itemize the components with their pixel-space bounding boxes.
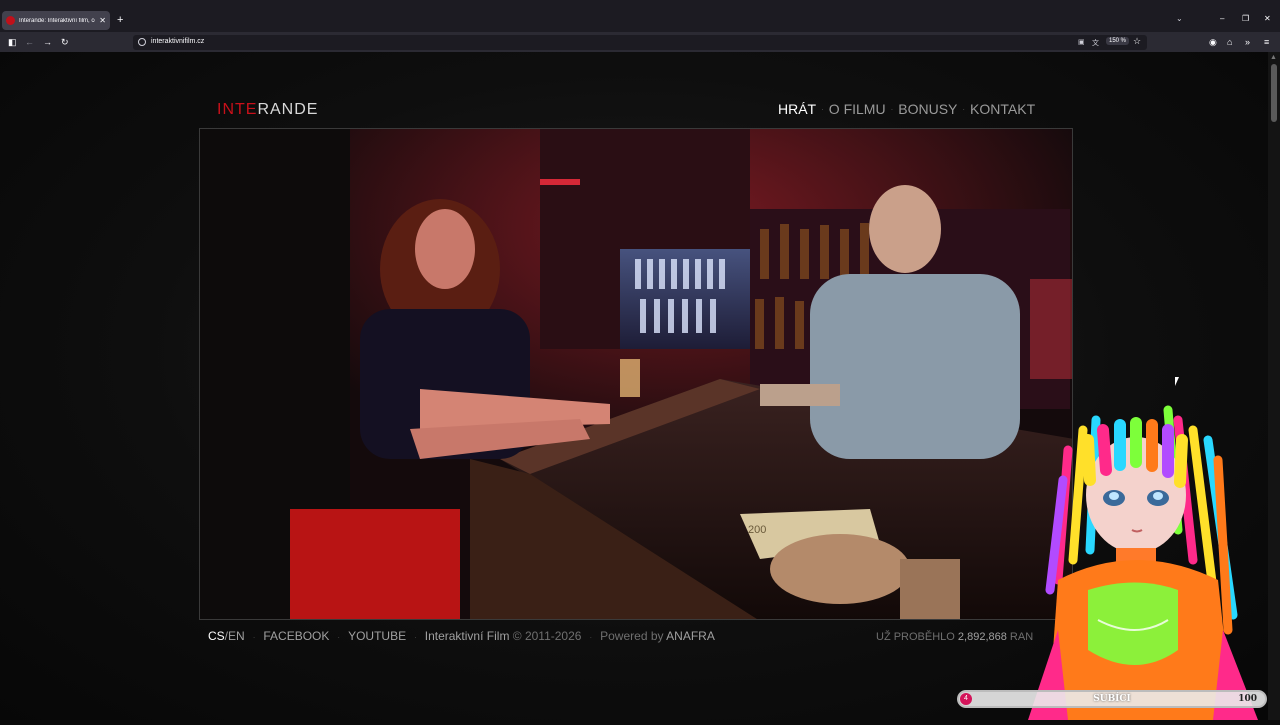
counter-label: UŽ PROBĚHLO <box>876 631 955 643</box>
play-counter: UŽ PROBĚHLO 2,892,868 RAN <box>876 631 1033 643</box>
nav-item-kontakt[interactable]: KONTAKT <box>970 101 1035 117</box>
nav-item-hrat[interactable]: HRÁT <box>778 101 816 117</box>
bar-scene-image: 200 <box>200 129 1072 619</box>
tab-title: Interande: Interaktivní film, co... <box>19 17 96 24</box>
browser-tab[interactable]: Interande: Interaktivní film, co... ✕ <box>2 11 110 30</box>
reader-view-icon[interactable]: ▣ <box>1078 38 1085 46</box>
minimize-icon[interactable]: – <box>1220 14 1224 23</box>
sidebar-toggle-icon[interactable]: ◧ <box>8 36 17 48</box>
browser-nav-bar: ◧ ← → ↻ interaktivnifilm.cz ▣ 文 150 % ☆ … <box>0 32 1280 52</box>
scroll-up-arrow-icon[interactable]: ▲ <box>1270 54 1277 61</box>
nav-separator: · <box>890 104 894 114</box>
scrollbar-thumb[interactable] <box>1271 64 1277 122</box>
youtube-link[interactable]: YOUTUBE <box>348 629 406 643</box>
banknote-label: 200 <box>748 524 766 536</box>
overflow-chevrons-icon[interactable]: » <box>1245 36 1250 48</box>
url-text[interactable]: interaktivnifilm.cz <box>151 38 204 45</box>
vtuber-avatar <box>1028 390 1258 720</box>
film-video-frame[interactable]: 200 <box>199 128 1073 620</box>
main-nav: HRÁT · O FILMU · BONUSY · KONTAKT <box>778 101 1035 117</box>
anafra-link[interactable]: ANAFRA <box>666 629 715 643</box>
copyright-text: © 2011-2026 <box>512 629 582 643</box>
reload-icon[interactable]: ↻ <box>61 36 69 48</box>
powered-by-text: Powered by <box>600 629 664 643</box>
page-scrollbar[interactable]: ▲ <box>1268 52 1280 720</box>
footer-separator: · <box>337 633 341 642</box>
zoom-level[interactable]: 150 % <box>1106 37 1130 45</box>
lang-cs[interactable]: CS <box>208 629 225 643</box>
address-bar[interactable]: interaktivnifilm.cz ▣ 文 150 % ☆ <box>133 35 1147 50</box>
subscriber-goal-bar: 4 SUBÍCI 100 <box>957 690 1267 708</box>
app-menu-icon[interactable]: ≡ <box>1264 36 1269 48</box>
lang-en[interactable]: /EN <box>225 629 245 643</box>
footer-separator: · <box>414 633 417 642</box>
window-close-icon[interactable]: ✕ <box>1264 14 1271 23</box>
site-footer: CS/EN · FACEBOOK · YOUTUBE · Interaktivn… <box>208 629 715 643</box>
sub-goal-label: SUBÍCI <box>1093 694 1131 704</box>
restore-icon[interactable]: ❐ <box>1242 14 1249 23</box>
new-tab-button[interactable]: + <box>117 14 123 26</box>
browser-tab-bar: Interande: Interaktivní film, co... ✕ + … <box>0 0 1280 32</box>
nav-separator: · <box>962 104 966 114</box>
sub-goal-target: 100 <box>1238 694 1257 704</box>
facebook-link[interactable]: FACEBOOK <box>263 629 329 643</box>
home-icon[interactable]: ⌂ <box>1227 36 1232 48</box>
mouse-cursor-icon <box>1175 377 1179 386</box>
nav-item-o-filmu[interactable]: O FILMU <box>829 101 886 117</box>
brand-link[interactable]: Interaktivní Film <box>425 629 510 643</box>
language-switch[interactable]: CS/EN <box>208 629 245 643</box>
forward-arrow-icon[interactable]: → <box>43 36 52 48</box>
tab-list-chevron-icon[interactable]: ⌄ <box>1176 14 1183 23</box>
extension-icon[interactable]: ◉ <box>1209 36 1217 48</box>
nav-separator: · <box>821 104 824 114</box>
translate-icon[interactable]: 文 <box>1092 38 1099 48</box>
footer-separator: · <box>589 633 593 642</box>
nav-item-bonusy[interactable]: BONUSY <box>898 101 957 117</box>
site-info-icon[interactable] <box>138 38 146 46</box>
site-logo[interactable]: INTERANDE <box>217 101 318 119</box>
back-arrow-icon[interactable]: ← <box>25 36 34 48</box>
close-tab-icon[interactable]: ✕ <box>99 16 106 25</box>
bookmark-star-icon[interactable]: ☆ <box>1133 36 1141 47</box>
vtuber-avatar-illustration <box>1028 405 1258 720</box>
counter-value: 2,892,868 <box>957 631 1007 643</box>
logo-part1: INTE <box>217 101 258 118</box>
logo-part2: RANDE <box>257 101 319 118</box>
site-favicon-icon <box>6 16 15 25</box>
footer-separator: · <box>252 633 256 642</box>
